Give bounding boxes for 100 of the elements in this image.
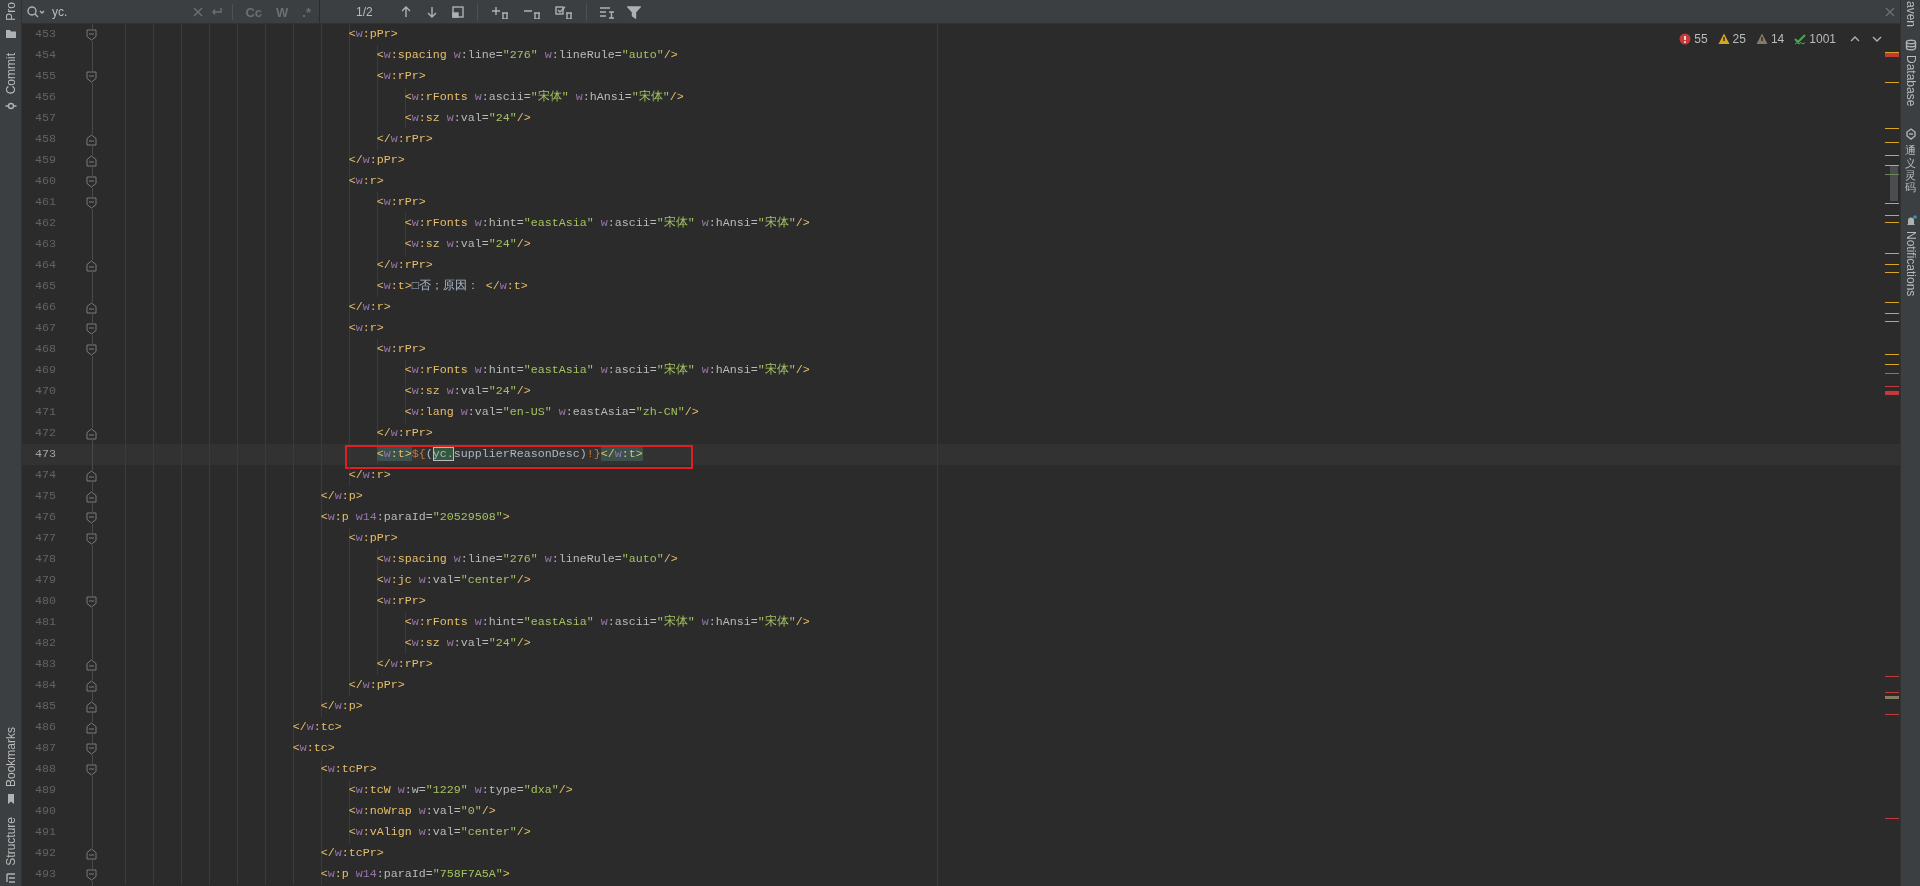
fold-icon[interactable] [86, 532, 97, 545]
next-icon[interactable] [1872, 35, 1882, 43]
line-number: 490 [34, 802, 56, 820]
line-number: 492 [34, 844, 56, 862]
line-number: 478 [34, 550, 56, 568]
fold-icon[interactable] [86, 847, 97, 860]
code-line: <w:r> [347, 173, 384, 190]
line-number: 465 [34, 277, 56, 295]
previous-icon[interactable] [1850, 35, 1860, 43]
code-line: <w:rPr> [375, 341, 426, 358]
fold-icon[interactable] [86, 658, 97, 671]
add-occurrence-icon[interactable] [489, 4, 510, 19]
select-all-icon[interactable] [553, 4, 574, 19]
line-number: 477 [34, 529, 56, 547]
line-number: 472 [34, 424, 56, 442]
close-icon[interactable] [192, 5, 205, 18]
warning-icon[interactable] [1755, 33, 1768, 45]
tool-window-tab[interactable]: Bookmarks [1, 727, 20, 788]
code-line: <w:t>□否；原因： </w:t> [375, 278, 528, 295]
fold-icon[interactable] [86, 700, 97, 713]
code-line: <w:lang w:val="en-US" w:eastAsia="zh-CN"/> [403, 404, 699, 421]
tool-window-tab[interactable]: Commit [1, 52, 20, 95]
line-number: 480 [34, 592, 56, 610]
tool-window-tab[interactable]: Structure [1, 817, 20, 866]
code-line: </w:rPr> [375, 257, 433, 274]
code-line: <w:sz w:val="24"/> [403, 110, 531, 127]
code-line: </w:p> [319, 698, 363, 715]
line-number: 493 [34, 865, 56, 883]
tool-window-tab[interactable]: Pro [1, 2, 20, 21]
fold-icon[interactable] [86, 427, 97, 440]
code-line: <w:pPr> [347, 26, 398, 43]
fold-icon[interactable] [86, 868, 97, 881]
database-icon[interactable] [1904, 39, 1917, 52]
filter-icon[interactable] [626, 4, 641, 19]
fold-icon[interactable] [86, 301, 97, 314]
tool-window-tab[interactable]: aven [1901, 1, 1920, 28]
tool-window-tab[interactable]: 通义灵码 [1905, 144, 1916, 193]
code-line: <w:rPr> [375, 593, 426, 610]
line-number: 486 [34, 718, 56, 736]
code-line: <w:rPr> [375, 68, 426, 85]
tool-window-tab[interactable]: Notifications [1901, 230, 1920, 297]
fold-icon[interactable] [86, 175, 97, 188]
spark-icon[interactable] [1904, 128, 1917, 141]
close-icon[interactable] [1884, 5, 1896, 18]
tool-window-tab[interactable]: Database [1901, 55, 1920, 107]
code-line: <w:rFonts w:ascii="宋体" w:hAnsi="宋体"/> [403, 89, 684, 106]
code-line: <w:r> [347, 320, 384, 337]
fold-icon[interactable] [86, 196, 97, 209]
check-icon[interactable] [1794, 33, 1807, 45]
fold-icon[interactable] [86, 511, 97, 524]
code-line: <w:rFonts w:hint="eastAsia" w:ascii="宋体" w:hAnsi="宋体"/> [403, 362, 810, 379]
problem-count: 55 [1694, 31, 1708, 48]
code-line: <w:spacing w:line="276" w:lineRule="auto"/> [375, 551, 678, 568]
code-line: <w:rFonts w:hint="eastAsia" w:ascii="宋体" w:hAnsi="宋体"/> [403, 614, 810, 631]
line-number: 469 [34, 361, 56, 379]
fold-icon[interactable] [86, 259, 97, 272]
error-icon[interactable] [1679, 33, 1692, 45]
code-line: <w:tcPr> [319, 761, 377, 778]
fold-icon[interactable] [86, 28, 97, 41]
fold-icon[interactable] [86, 322, 97, 335]
fold-icon[interactable] [86, 679, 97, 692]
warning-icon[interactable] [1717, 33, 1730, 45]
code-line: <w:p w14:paraId="20529508"> [319, 509, 510, 526]
fold-icon[interactable] [86, 742, 97, 755]
fold-icon[interactable] [86, 469, 97, 482]
line-number: 453 [34, 25, 56, 43]
code-line: <w:sz w:val="24"/> [403, 383, 531, 400]
line-number: 473 [34, 445, 56, 463]
structure-icon[interactable] [4, 872, 17, 884]
fold-icon[interactable] [86, 763, 97, 776]
line-number: 471 [34, 403, 56, 421]
code-line: <w:spacing w:line="276" w:lineRule="auto"/> [375, 47, 678, 64]
code-line: <w:sz w:val="24"/> [403, 236, 531, 253]
line-number: 461 [34, 193, 56, 211]
text-lines-icon[interactable] [598, 4, 615, 19]
fold-icon[interactable] [86, 70, 97, 83]
code-line: </w:pPr> [347, 677, 405, 694]
fold-icon[interactable] [86, 490, 97, 503]
problem-count: 25 [1732, 31, 1746, 48]
line-number: 468 [34, 340, 56, 358]
fold-icon[interactable] [86, 154, 97, 167]
line-number: 474 [34, 466, 56, 484]
code-line: <w:rPr> [375, 194, 426, 211]
code-line: </w:tcPr> [319, 845, 384, 862]
code-line: <w:p w14:paraId="758F7A5A"> [319, 866, 510, 883]
line-number: 455 [34, 67, 56, 85]
code-line: <w:tcW w:w="1229" w:type="dxa"/> [347, 782, 573, 799]
window-icon[interactable] [450, 4, 465, 19]
match-count: 1/2 [356, 3, 373, 21]
code-line: </w:rPr> [375, 131, 433, 148]
line-number: 470 [34, 382, 56, 400]
line-number: 482 [34, 634, 56, 652]
fold-icon[interactable] [86, 721, 97, 734]
line-number: 483 [34, 655, 56, 673]
fold-icon[interactable] [86, 595, 97, 608]
newline-icon[interactable] [210, 5, 225, 18]
fold-icon[interactable] [86, 133, 97, 146]
code-line: </w:pPr> [347, 152, 405, 169]
search-icon[interactable] [26, 4, 46, 19]
fold-icon[interactable] [86, 343, 97, 356]
